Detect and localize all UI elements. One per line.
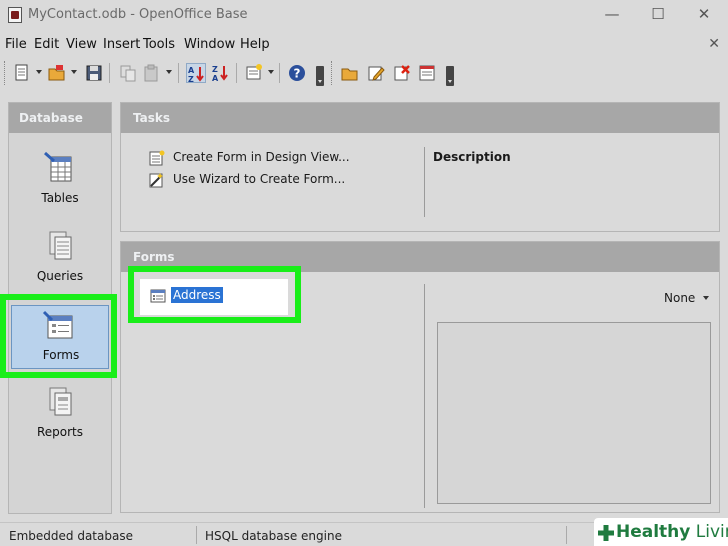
status-database-type: Embedded database <box>9 529 133 543</box>
svg-text:Z: Z <box>212 65 218 74</box>
watermark-text: Healthy Living <box>616 522 728 542</box>
window-title: MyContact.odb - OpenOffice Base <box>28 7 248 22</box>
task-label: Use Wizard to Create Form... <box>173 172 346 186</box>
status-divider <box>196 526 197 544</box>
maximize-button[interactable]: ☐ <box>638 2 678 26</box>
toolbar-separator <box>279 63 280 83</box>
form-dropdown-arrow[interactable] <box>268 70 274 74</box>
copy-icon[interactable] <box>118 63 138 83</box>
watermark-text-light: Living <box>695 522 728 542</box>
menu-window[interactable]: Window <box>184 37 235 52</box>
watermark-text-bold: Healthy <box>616 522 691 542</box>
tasks-divider <box>424 147 425 217</box>
rename-icon[interactable] <box>417 63 437 83</box>
description-label: Description <box>433 150 511 164</box>
forms-divider <box>424 284 425 508</box>
svg-text:?: ? <box>294 67 301 81</box>
highlight-address-form <box>128 266 301 323</box>
help-icon[interactable]: ? <box>287 63 307 83</box>
chevron-down-icon[interactable] <box>703 296 709 300</box>
svg-text:A: A <box>212 74 219 83</box>
toolbar-separator <box>178 63 179 83</box>
nav-item-reports[interactable]: Reports <box>9 385 111 455</box>
nav-label-queries: Queries <box>36 269 84 283</box>
close-button[interactable]: ✕ <box>684 2 724 26</box>
toolbar-separator <box>109 63 110 83</box>
save-icon[interactable] <box>84 63 104 83</box>
form-design-icon <box>149 150 165 166</box>
menu-help[interactable]: Help <box>240 37 270 52</box>
nav-item-tables[interactable]: Tables <box>9 151 111 221</box>
highlight-forms-nav <box>0 294 117 378</box>
new-dropdown-arrow[interactable] <box>36 70 42 74</box>
status-divider <box>566 526 567 544</box>
query-icon <box>43 229 77 263</box>
menu-bar: File Edit View Insert Tools Window Help … <box>0 33 728 55</box>
open-dropdown-arrow[interactable] <box>71 70 77 74</box>
toolbar-grip[interactable] <box>4 61 7 85</box>
paste-icon[interactable] <box>142 63 162 83</box>
nav-label-reports: Reports <box>36 425 84 439</box>
svg-text:Z: Z <box>188 75 194 84</box>
sort-ascending-icon[interactable]: AZ <box>186 63 206 84</box>
nav-label-tables: Tables <box>41 191 79 205</box>
open-folder-icon[interactable] <box>340 63 360 83</box>
toolbar-overflow-button[interactable] <box>446 66 454 86</box>
delete-icon[interactable] <box>392 63 412 83</box>
edit-icon[interactable] <box>366 63 386 83</box>
svg-text:A: A <box>188 66 195 75</box>
nav-item-queries[interactable]: Queries <box>9 229 111 299</box>
watermark-logo: Healthy Living <box>594 518 728 546</box>
form-design-icon[interactable] <box>244 63 264 83</box>
open-icon[interactable] <box>47 63 67 83</box>
task-label: Create Form in Design View... <box>173 150 350 164</box>
menu-file[interactable]: File <box>5 37 27 52</box>
close-document-icon[interactable]: ✕ <box>708 36 720 52</box>
toolbar-overflow-button[interactable] <box>316 66 324 86</box>
wizard-icon <box>149 172 165 188</box>
report-icon <box>43 385 77 419</box>
database-header: Database <box>9 103 111 133</box>
toolbar: AZ ZA ? <box>0 58 728 90</box>
app-icon <box>8 7 22 23</box>
sort-descending-icon[interactable]: ZA <box>211 63 231 83</box>
new-icon[interactable] <box>12 63 32 83</box>
menu-insert[interactable]: Insert <box>103 37 140 52</box>
menu-tools[interactable]: Tools <box>143 37 175 52</box>
table-icon <box>43 151 77 185</box>
menu-view[interactable]: View <box>66 37 97 52</box>
title-bar: MyContact.odb - OpenOffice Base — ☐ ✕ <box>0 0 728 30</box>
paste-dropdown-arrow[interactable] <box>166 70 172 74</box>
plus-icon <box>598 525 614 541</box>
status-engine: HSQL database engine <box>205 529 342 543</box>
menu-edit[interactable]: Edit <box>34 37 59 52</box>
preview-mode-select[interactable]: None <box>664 291 695 305</box>
toolbar-grip[interactable] <box>331 61 334 85</box>
preview-area <box>437 322 711 504</box>
tasks-panel: Tasks Create Form in Design View... Use … <box>120 102 720 232</box>
toolbar-separator <box>236 63 237 83</box>
tasks-header: Tasks <box>121 103 719 133</box>
minimize-button[interactable]: — <box>592 2 632 26</box>
